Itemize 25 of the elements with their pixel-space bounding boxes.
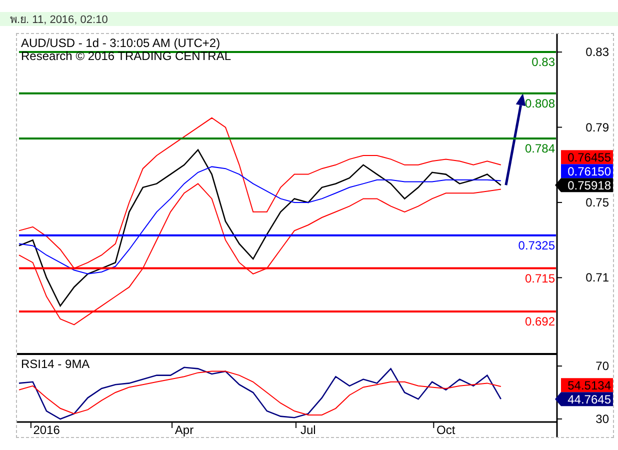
axis-label: 0.75 (586, 195, 609, 210)
chart-title: AUD/USD - 1d - 3:10:05 AM (UTC+2) (21, 36, 220, 50)
axis-label: 0.83 (586, 45, 609, 60)
axis-label: 30 (596, 412, 609, 426)
axis-label: 70 (596, 359, 609, 374)
value-tag: 54.5134 (561, 378, 613, 393)
level-label: 0.7325 (518, 238, 555, 252)
value-tag: 44.7645 (555, 392, 613, 407)
value-tag: 0.76455 (561, 150, 613, 165)
value-tag: 0.75918 (555, 178, 613, 193)
axis-label: Apr (174, 423, 194, 437)
level-label: 0.692 (524, 314, 555, 328)
axis-label: 2016 (33, 423, 60, 437)
axis-label: Jul (300, 423, 316, 437)
level-label: 0.715 (524, 271, 555, 286)
date-text: พ.ย. 11, 2016, 02:10 (10, 13, 108, 28)
value-tag: 0.76150 (561, 164, 613, 179)
level-label: 0.808 (524, 96, 555, 110)
level-label: 0.784 (524, 142, 555, 156)
chart-title: Research © 2016 TRADING CENTRAL (21, 49, 232, 63)
level-label: 0.83 (532, 55, 555, 70)
axis-label: 0.71 (586, 270, 609, 285)
axis-label: 0.79 (586, 120, 609, 134)
indicator-title: RSI14 - 9MA (21, 357, 90, 371)
axis-label: Oct (436, 423, 456, 437)
